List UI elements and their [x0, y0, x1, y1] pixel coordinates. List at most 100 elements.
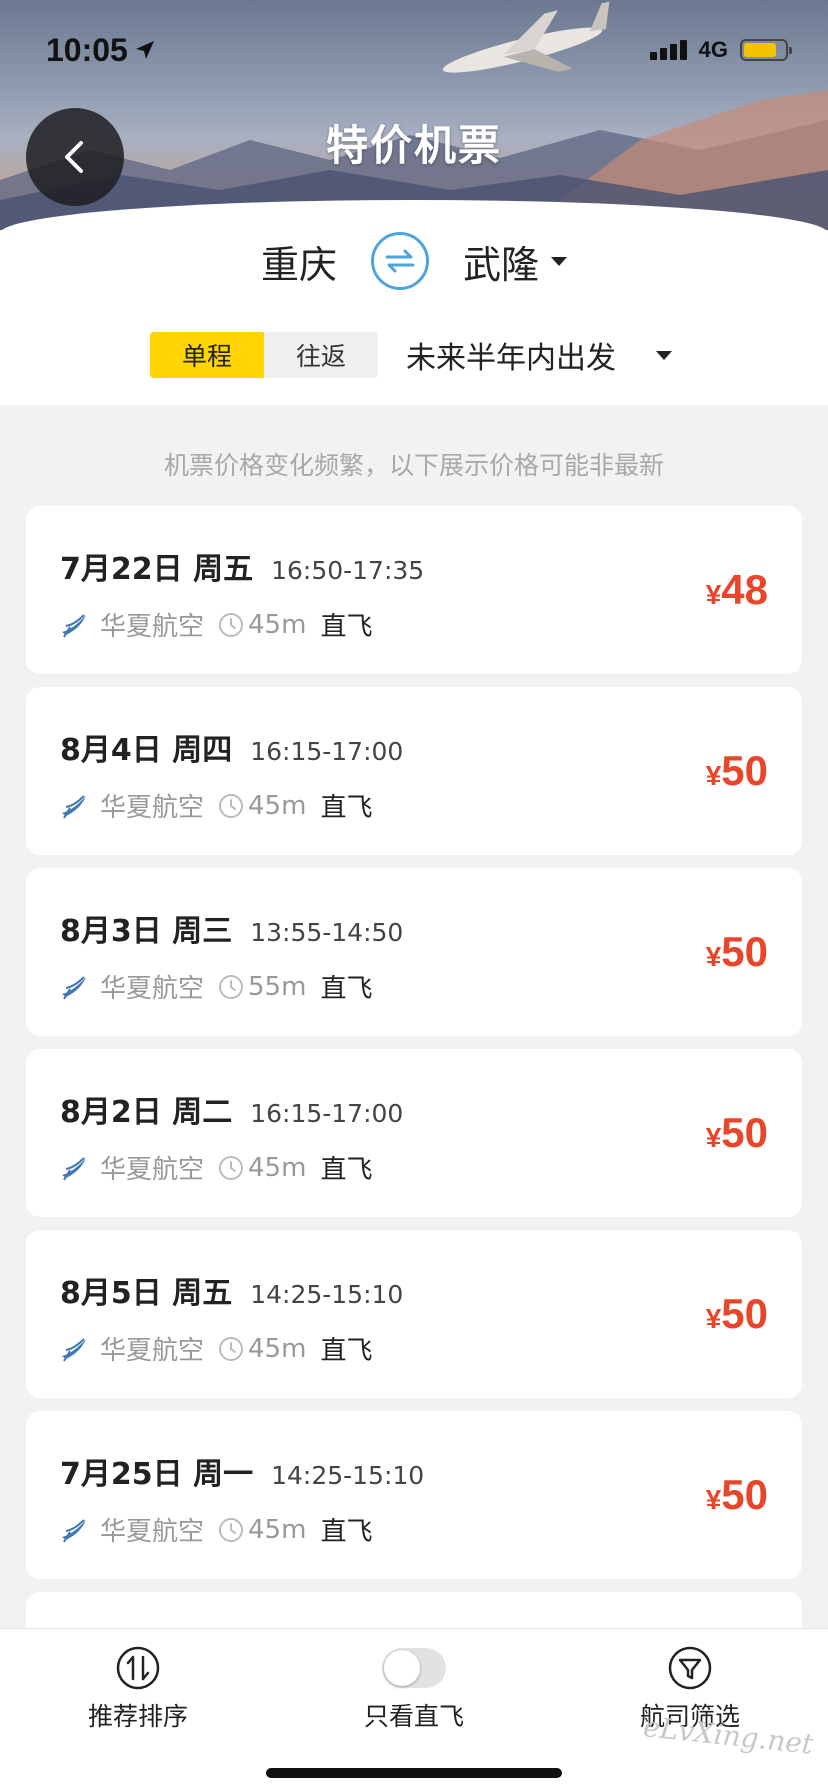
flight-card[interactable]: 7月25日 周一 14:25-15:10 华夏航空 45m 直飞 ¥50: [26, 1411, 802, 1579]
flight-schedule: 8月5日 周五 14:25-15:10: [60, 1268, 403, 1312]
flight-price: ¥50: [706, 747, 768, 795]
destination-city: 武隆: [463, 242, 540, 287]
flight-duration: 45m: [218, 1334, 306, 1364]
clock-icon: [219, 612, 244, 637]
flight-type: 直飞: [320, 974, 373, 1004]
sort-label: 推荐排序: [87, 1702, 188, 1731]
trip-type-toggle: 单程 往返: [150, 332, 378, 378]
flight-card[interactable]: 8月2日 周二 16:15-17:00 华夏航空 45m 直飞 ¥50: [26, 1049, 802, 1217]
date-range-selector[interactable]: 未来半年内出发: [406, 333, 672, 377]
flight-type: 直飞: [320, 1517, 373, 1547]
price-value: 50: [721, 928, 768, 975]
page-title: 特价机票: [325, 121, 502, 170]
caret-down-icon: [551, 256, 568, 266]
location-arrow-icon: [135, 41, 154, 59]
flight-card[interactable]: [26, 1592, 802, 1632]
direct-only-toggle[interactable]: 只看直飞: [314, 1645, 514, 1733]
flight-details: 华夏航空 45m 直飞: [60, 1330, 372, 1367]
battery-level: [744, 43, 776, 57]
flight-price: ¥50: [706, 928, 768, 976]
status-time: 10:05: [46, 32, 156, 69]
flight-duration: 45m: [218, 1153, 306, 1183]
clock-icon: [219, 974, 244, 999]
airline-name: 华夏航空: [100, 1155, 205, 1185]
cellular-signal-icon: [649, 40, 687, 60]
sort-button[interactable]: 推荐排序: [38, 1645, 238, 1733]
duration-text: 55m: [248, 971, 307, 1002]
flight-duration: 55m: [218, 972, 306, 1002]
flight-date: 8月5日 周五: [60, 1276, 233, 1311]
price-value: 50: [721, 1290, 768, 1337]
clock-icon: [219, 1336, 244, 1361]
flight-schedule: 8月2日 周二 16:15-17:00: [60, 1087, 403, 1131]
caret-down-icon: [656, 350, 672, 360]
flight-price: ¥50: [706, 1290, 768, 1338]
direct-only-switch[interactable]: [382, 1648, 446, 1688]
airline-logo-icon: [62, 975, 86, 1000]
filter-row: 单程 往返 未来半年内出发: [150, 332, 672, 378]
flight-type: 直飞: [320, 793, 373, 823]
flight-type: 直飞: [320, 1155, 373, 1185]
flight-details: 华夏航空 45m 直飞: [60, 1149, 372, 1186]
flight-card[interactable]: 8月5日 周五 14:25-15:10 华夏航空 45m 直飞 ¥50: [26, 1230, 802, 1398]
destination-selector[interactable]: 武隆: [463, 234, 568, 289]
flight-schedule: 8月3日 周三 13:55-14:50: [60, 906, 403, 950]
price-notice: 机票价格变化频繁，以下展示价格可能非最新: [163, 451, 664, 480]
airline-name: 华夏航空: [100, 974, 205, 1004]
flight-card[interactable]: 7月22日 周五 16:50-17:35 华夏航空 45m 直飞 ¥48: [26, 506, 802, 674]
currency-symbol: ¥: [705, 941, 722, 972]
swap-cities-button[interactable]: [371, 232, 429, 290]
airline-logo-icon: [62, 1518, 86, 1543]
airline-name: 华夏航空: [100, 793, 205, 823]
home-indicator[interactable]: [266, 1768, 562, 1778]
direct-only-label: 只看直飞: [363, 1702, 464, 1731]
clock-icon: [219, 1155, 244, 1180]
flight-type: 直飞: [320, 612, 373, 642]
flight-card[interactable]: 8月3日 周三 13:55-14:50 华夏航空 55m 直飞 ¥50: [26, 868, 802, 1036]
flight-schedule: 8月4日 周四 16:15-17:00: [60, 725, 403, 769]
airline-logo-icon: [62, 1337, 86, 1362]
airline-name: 华夏航空: [100, 612, 205, 642]
date-range-label: 未来半年内出发: [406, 341, 616, 376]
flight-duration: 45m: [218, 791, 306, 821]
flight-schedule: 7月25日 周一 14:25-15:10: [60, 1449, 424, 1493]
duration-text: 45m: [248, 1514, 307, 1545]
network-type: 4G: [698, 37, 728, 62]
flight-duration: 45m: [218, 610, 306, 640]
flight-card[interactable]: 8月4日 周四 16:15-17:00 华夏航空 45m 直飞 ¥50: [26, 687, 802, 855]
route-selector: 重庆 武隆: [0, 232, 828, 290]
swap-arrows-icon: [385, 249, 415, 273]
flight-details: 华夏航空 45m 直飞: [60, 1511, 372, 1548]
flight-details: 华夏航空 45m 直飞: [60, 606, 372, 643]
filter-funnel-icon: [668, 1646, 712, 1690]
flight-date: 8月4日 周四: [60, 733, 233, 768]
clock-icon: [219, 793, 244, 818]
flight-duration: 45m: [218, 1515, 306, 1545]
one-way-tab[interactable]: 单程: [150, 332, 264, 378]
flight-time: 16:15-17:00: [250, 1099, 404, 1128]
duration-text: 45m: [248, 1333, 307, 1364]
duration-text: 45m: [248, 1152, 307, 1183]
flight-list: 7月22日 周五 16:50-17:35 华夏航空 45m 直飞 ¥48 8月4日 周四 16…: [26, 506, 802, 1645]
airline-name: 华夏航空: [100, 1517, 205, 1547]
flight-schedule: 7月22日 周五 16:50-17:35: [60, 544, 424, 588]
flight-type: 直飞: [320, 1336, 373, 1366]
currency-symbol: ¥: [705, 1122, 722, 1153]
airline-logo-icon: [62, 613, 86, 638]
origin-city[interactable]: 重庆: [261, 234, 337, 289]
flight-price: ¥50: [706, 1109, 768, 1157]
flight-price: ¥50: [706, 1471, 768, 1519]
clock-text: 10:05: [46, 31, 128, 68]
flight-time: 16:15-17:00: [250, 737, 404, 766]
currency-symbol: ¥: [705, 1303, 722, 1334]
price-value: 50: [721, 1109, 768, 1156]
price-value: 50: [721, 747, 768, 794]
flight-time: 16:50-17:35: [271, 556, 425, 585]
round-trip-tab[interactable]: 往返: [264, 332, 378, 378]
airline-logo-icon: [62, 1156, 86, 1181]
duration-text: 45m: [248, 609, 307, 640]
flight-time: 14:25-15:10: [250, 1280, 404, 1309]
battery-icon: [740, 39, 792, 61]
airline-logo-icon: [62, 794, 86, 819]
flight-details: 华夏航空 55m 直飞: [60, 968, 372, 1005]
